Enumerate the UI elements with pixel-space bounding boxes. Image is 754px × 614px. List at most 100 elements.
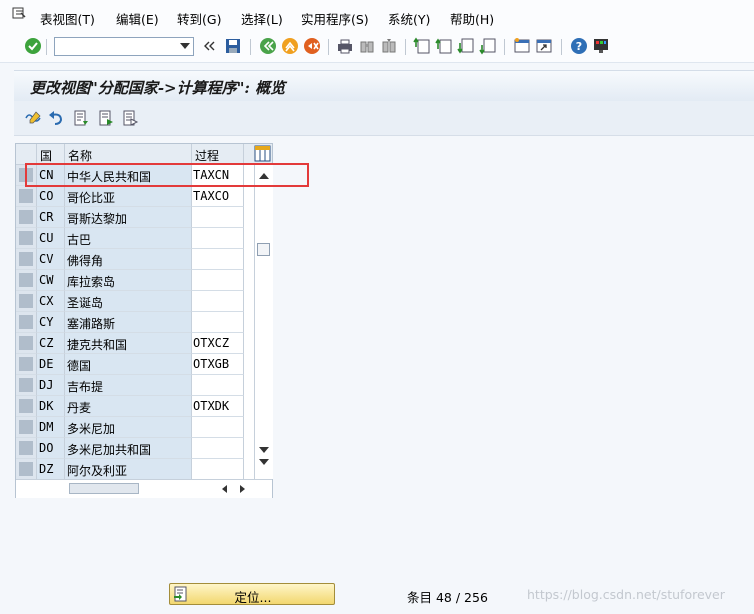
scroll-right-icon[interactable] xyxy=(240,485,245,493)
row-selector[interactable] xyxy=(16,417,37,438)
cell-procedure[interactable]: OTXDK xyxy=(192,396,244,417)
menu-edit[interactable]: 编辑(E) xyxy=(116,9,159,28)
menu-table-view[interactable]: 表视图(T) xyxy=(40,9,95,28)
last-page-icon[interactable] xyxy=(479,37,497,55)
row-selector-box[interactable] xyxy=(19,189,33,203)
row-selector-box[interactable] xyxy=(19,273,33,287)
row-selector-box[interactable] xyxy=(19,315,33,329)
table-row[interactable]: CZ 捷克共和国 OTXCZ xyxy=(16,333,244,354)
row-selector-box[interactable] xyxy=(19,378,33,392)
row-selector[interactable] xyxy=(16,396,37,417)
table-row[interactable]: DM 多米尼加 xyxy=(16,417,244,438)
table-row[interactable]: CW 库拉索岛 xyxy=(16,270,244,291)
enter-check-icon[interactable] xyxy=(24,37,42,55)
cell-procedure[interactable] xyxy=(192,228,244,249)
table-row[interactable]: CU 古巴 xyxy=(16,228,244,249)
row-selector-box[interactable] xyxy=(19,231,33,245)
cell-procedure[interactable] xyxy=(192,417,244,438)
collapse-command-icon[interactable] xyxy=(203,37,215,55)
app-menu-icon[interactable] xyxy=(12,6,26,20)
horizontal-scroll-thumb[interactable] xyxy=(69,483,139,494)
table-row[interactable]: DJ 吉布提 xyxy=(16,375,244,396)
row-selector[interactable] xyxy=(16,228,37,249)
chevron-down-icon[interactable] xyxy=(180,43,190,49)
row-selector[interactable] xyxy=(16,354,37,375)
row-selector[interactable] xyxy=(16,438,37,459)
prev-page-icon[interactable] xyxy=(435,37,453,55)
command-field[interactable] xyxy=(54,37,194,56)
select-all-header[interactable] xyxy=(16,144,37,165)
cell-procedure[interactable] xyxy=(192,375,244,396)
find-icon[interactable] xyxy=(358,37,376,55)
menu-system[interactable]: 系统(Y) xyxy=(388,9,430,28)
column-header-name[interactable]: 名称 xyxy=(65,144,192,165)
column-header-country[interactable]: 国 xyxy=(37,144,65,165)
table-row[interactable]: CX 圣诞岛 xyxy=(16,291,244,312)
save-icon[interactable] xyxy=(224,37,242,55)
row-selector[interactable] xyxy=(16,270,37,291)
table-row[interactable]: DZ 阿尔及利亚 xyxy=(16,459,244,480)
row-selector-box[interactable] xyxy=(19,336,33,350)
table-row[interactable]: CV 佛得角 xyxy=(16,249,244,270)
row-selector-box[interactable] xyxy=(19,252,33,266)
row-selector-box[interactable] xyxy=(19,420,33,434)
undo-icon[interactable] xyxy=(47,109,65,127)
row-selector[interactable] xyxy=(16,459,37,480)
scroll-down-icon[interactable] xyxy=(259,447,269,453)
menu-selection[interactable]: 选择(L) xyxy=(241,9,283,28)
cell-procedure[interactable]: TAXCO xyxy=(192,186,244,207)
row-selector-box[interactable] xyxy=(19,210,33,224)
cell-procedure[interactable]: OTXGB xyxy=(192,354,244,375)
row-selector[interactable] xyxy=(16,249,37,270)
copy-entry-icon[interactable] xyxy=(72,109,90,127)
table-row[interactable]: CR 哥斯达黎加 xyxy=(16,207,244,228)
vertical-scroll-thumb[interactable] xyxy=(257,243,270,256)
cell-procedure[interactable]: OTXCZ xyxy=(192,333,244,354)
position-button[interactable]: 定位... xyxy=(169,583,335,605)
vertical-scrollbar[interactable] xyxy=(254,165,273,479)
row-selector[interactable] xyxy=(16,312,37,333)
new-session-icon[interactable] xyxy=(513,37,531,55)
table-row[interactable]: CY 塞浦路斯 xyxy=(16,312,244,333)
table-row[interactable]: DK 丹麦 OTXDK xyxy=(16,396,244,417)
shortcut-icon[interactable] xyxy=(535,37,553,55)
delete-entry-icon[interactable] xyxy=(97,109,115,127)
first-page-icon[interactable] xyxy=(413,37,431,55)
scroll-left-icon[interactable] xyxy=(222,485,227,493)
help-icon[interactable]: ? xyxy=(570,37,588,55)
scroll-down-end-icon[interactable] xyxy=(259,459,269,465)
column-header-procedure[interactable]: 过程 xyxy=(192,144,244,165)
table-row[interactable]: DO 多米尼加共和国 xyxy=(16,438,244,459)
cell-procedure[interactable] xyxy=(192,459,244,480)
table-row[interactable]: DE 德国 OTXGB xyxy=(16,354,244,375)
display-change-icon[interactable] xyxy=(24,109,42,127)
row-selector[interactable] xyxy=(16,333,37,354)
cell-procedure[interactable] xyxy=(192,312,244,333)
find-next-icon[interactable] xyxy=(380,37,398,55)
table-settings-icon[interactable] xyxy=(254,145,271,162)
row-selector-box[interactable] xyxy=(19,441,33,455)
back-icon[interactable] xyxy=(259,37,277,55)
row-selector[interactable] xyxy=(16,186,37,207)
command-input[interactable] xyxy=(57,39,179,56)
cell-procedure[interactable] xyxy=(192,438,244,459)
row-selector-box[interactable] xyxy=(19,294,33,308)
menu-utilities[interactable]: 实用程序(S) xyxy=(301,9,369,28)
row-selector[interactable] xyxy=(16,207,37,228)
menu-goto[interactable]: 转到(G) xyxy=(177,9,221,28)
customize-layout-icon[interactable] xyxy=(592,37,610,55)
menu-help[interactable]: 帮助(H) xyxy=(450,9,494,28)
row-selector[interactable] xyxy=(16,291,37,312)
cancel-icon[interactable] xyxy=(303,37,321,55)
row-selector-box[interactable] xyxy=(19,357,33,371)
row-selector-box[interactable] xyxy=(19,462,33,476)
cell-procedure[interactable] xyxy=(192,270,244,291)
cell-procedure[interactable] xyxy=(192,207,244,228)
table-row[interactable]: CO 哥伦比亚 TAXCO xyxy=(16,186,244,207)
select-block-icon[interactable] xyxy=(121,109,139,127)
exit-icon[interactable] xyxy=(281,37,299,55)
row-selector[interactable] xyxy=(16,375,37,396)
cell-procedure[interactable] xyxy=(192,249,244,270)
next-page-icon[interactable] xyxy=(457,37,475,55)
row-selector-box[interactable] xyxy=(19,399,33,413)
